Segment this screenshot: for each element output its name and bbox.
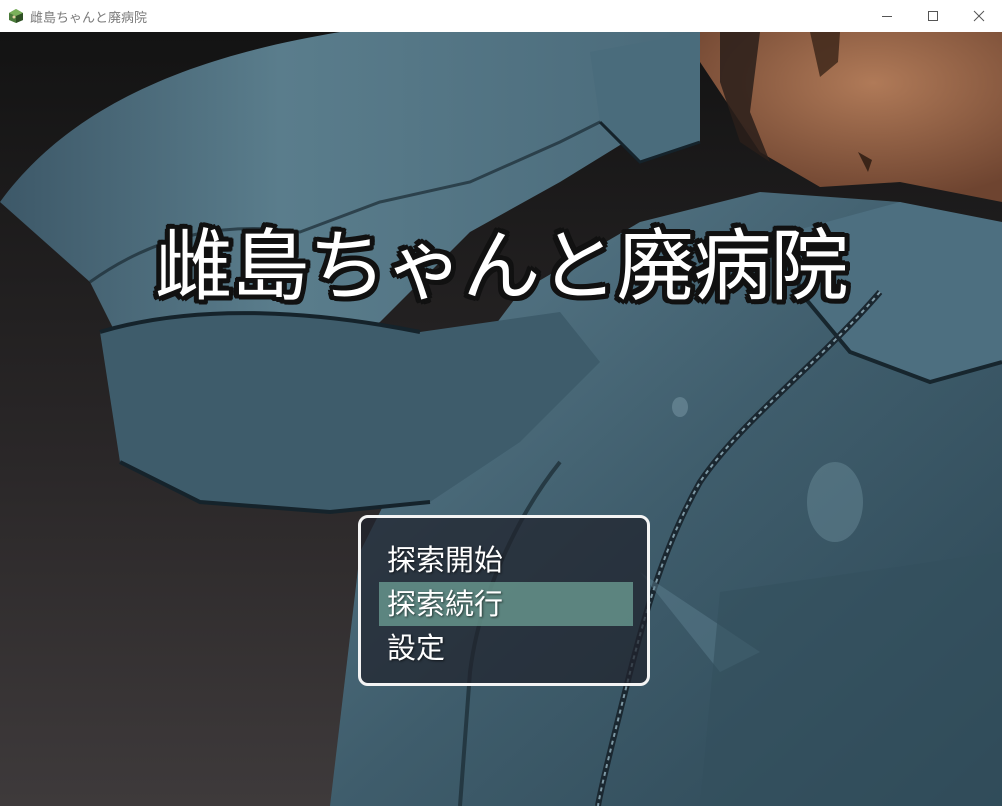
- menu-item-continue[interactable]: 探索続行: [379, 582, 633, 626]
- game-window: 雌島ちゃんと廃病院 雌島ちゃんと廃病院 探索開始 探索続行 設定: [0, 0, 1002, 806]
- title-background-artwork: [0, 32, 1002, 806]
- maximize-icon: [928, 11, 938, 21]
- menu-item-new-game[interactable]: 探索開始: [379, 538, 633, 582]
- minimize-icon: [882, 16, 892, 17]
- maximize-button[interactable]: [910, 0, 956, 32]
- menu-item-options[interactable]: 設定: [379, 626, 633, 670]
- window-title: 雌島ちゃんと廃病院: [30, 10, 148, 26]
- window-controls: [864, 0, 1002, 32]
- close-button[interactable]: [956, 0, 1002, 32]
- title-command-menu: 探索開始 探索続行 設定: [358, 515, 650, 686]
- game-title: 雌島ちゃんと廃病院: [154, 222, 848, 312]
- title-bar[interactable]: 雌島ちゃんと廃病院: [0, 0, 1002, 32]
- app-icon: [8, 8, 24, 24]
- minimize-button[interactable]: [864, 0, 910, 32]
- game-viewport[interactable]: 雌島ちゃんと廃病院 探索開始 探索続行 設定: [0, 32, 1002, 806]
- close-icon: [973, 10, 985, 22]
